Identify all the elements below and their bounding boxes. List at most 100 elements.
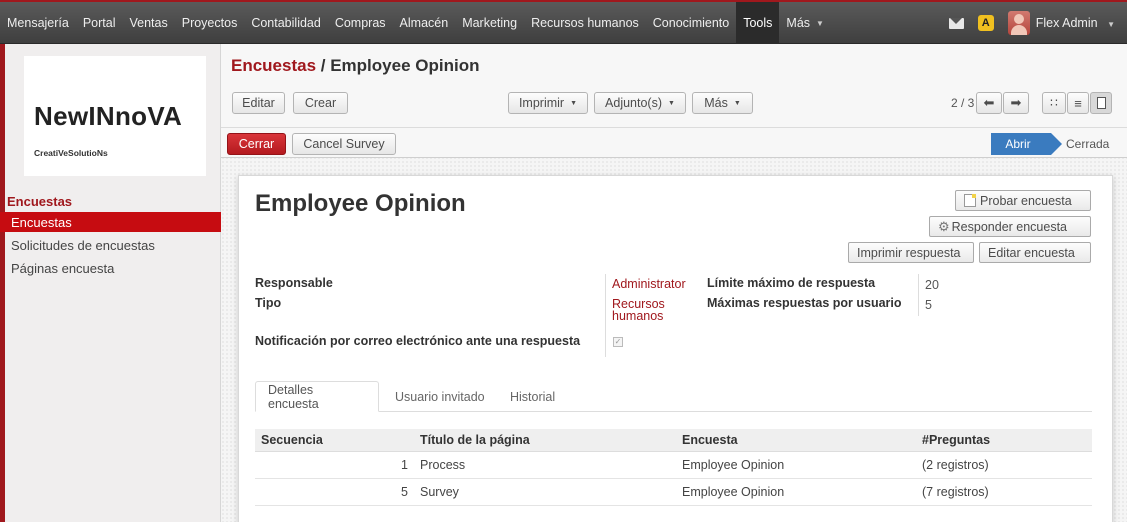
- menu-mensajeria[interactable]: Mensajería: [0, 2, 76, 44]
- responsible-label: Responsable: [255, 276, 333, 290]
- arrow-right-icon: ➡: [1010, 95, 1022, 110]
- control-panel: Encuestas / Employee Opinion Editar Crea…: [221, 44, 1127, 158]
- menu-mas-label: Más: [786, 16, 811, 30]
- company-logo[interactable]: NewINnoVA CreatiVeSolutioNs: [24, 56, 206, 176]
- close-button[interactable]: Cerrar: [227, 133, 286, 155]
- status-bar: Cerrar Cancel Survey Abrir Cerrada: [221, 127, 1127, 158]
- menu-almacen[interactable]: Almacén: [393, 2, 456, 44]
- main-menu: Mensajería Portal Ventas Proyectos Conta…: [0, 2, 831, 44]
- row-page-title: Process: [420, 458, 466, 472]
- top-navbar: Mensajería Portal Ventas Proyectos Conta…: [0, 0, 1127, 44]
- row-survey: Employee Opinion: [682, 485, 785, 499]
- row-sequence: 5: [401, 485, 408, 499]
- list-view-button[interactable]: ≡: [1067, 92, 1089, 114]
- menu-portal[interactable]: Portal: [76, 2, 123, 44]
- type-label: Tipo: [255, 296, 282, 310]
- table-header: Secuencia Título de la página Encuesta #…: [255, 429, 1092, 452]
- more-label: Más: [704, 96, 728, 110]
- avatar[interactable]: [1007, 11, 1030, 35]
- user-name: Flex Admin: [1035, 16, 1098, 30]
- edit-survey-button[interactable]: Editar encuesta: [979, 242, 1091, 263]
- menu-ventas[interactable]: Ventas: [123, 2, 175, 44]
- table-row[interactable]: 5 Survey Employee Opinion (7 registros): [255, 479, 1092, 506]
- notify-label: Notificación por correo electrónico ante…: [255, 334, 581, 348]
- print-dropdown[interactable]: Imprimir ▼: [508, 92, 588, 114]
- sidebar-section-encuestas: Encuestas: [7, 194, 73, 209]
- sidebar-item-solicitudes[interactable]: Solicitudes de encuestas: [0, 235, 221, 255]
- max-per-user-label: Máximas respuestas por usuario: [707, 296, 902, 310]
- breadcrumb-parent[interactable]: Encuestas: [231, 56, 316, 75]
- menu-mas[interactable]: Más ▼: [779, 2, 831, 44]
- field-separator: [605, 274, 606, 357]
- menu-compras[interactable]: Compras: [328, 2, 393, 44]
- grid-icon: ∷: [1050, 96, 1058, 110]
- envelope-icon[interactable]: [948, 17, 964, 29]
- type-value-line2[interactable]: humanos: [612, 310, 663, 323]
- print-answer-button[interactable]: Imprimir respuesta: [848, 242, 974, 263]
- edit-button[interactable]: Editar: [232, 92, 285, 114]
- answer-survey-label: Responder encuesta: [951, 219, 1068, 234]
- row-sequence: 1: [401, 458, 408, 472]
- logo-sub-text: CreatiVeSolutioNs: [34, 148, 108, 158]
- caret-down-icon: ▼: [570, 99, 578, 107]
- topbar-right: A Flex Admin ▼: [948, 2, 1127, 44]
- pager-value: 2 / 3: [951, 96, 975, 110]
- user-menu[interactable]: Flex Admin ▼: [1036, 16, 1115, 30]
- list-icon: ≡: [1074, 95, 1082, 111]
- notify-checkbox[interactable]: ✓: [613, 337, 623, 347]
- column-header-page-title[interactable]: Título de la página: [420, 433, 530, 447]
- test-survey-label: Probar encuesta: [980, 193, 1072, 208]
- column-header-sequence[interactable]: Secuencia: [261, 433, 323, 447]
- menu-contabilidad[interactable]: Contabilidad: [244, 2, 328, 44]
- pager-previous-button[interactable]: ⬅: [976, 92, 1002, 114]
- menu-marketing[interactable]: Marketing: [455, 2, 524, 44]
- form-icon: [1096, 97, 1106, 109]
- more-dropdown[interactable]: Más ▼: [692, 92, 753, 114]
- menu-proyectos[interactable]: Proyectos: [175, 2, 245, 44]
- caret-down-icon: ▼: [816, 18, 824, 28]
- menu-tools[interactable]: Tools: [736, 2, 780, 44]
- create-button[interactable]: Crear: [293, 92, 348, 114]
- row-questions[interactable]: (7 registros): [922, 485, 989, 499]
- field-separator: [918, 274, 919, 316]
- caret-down-icon: ▼: [668, 99, 675, 107]
- cancel-survey-button[interactable]: Cancel Survey: [292, 133, 396, 155]
- gears-icon: ⚙: [938, 218, 950, 234]
- answer-survey-button[interactable]: ⚙ Responder encuesta: [929, 216, 1091, 237]
- caret-down-icon: ▼: [1107, 20, 1115, 29]
- pager-next-button[interactable]: ➡: [1003, 92, 1029, 114]
- menu-recursos-humanos[interactable]: Recursos humanos: [524, 2, 646, 44]
- tab-invited-user[interactable]: Usuario invitado: [383, 381, 497, 412]
- sidebar-item-encuestas[interactable]: Encuestas: [0, 212, 221, 232]
- tab-history[interactable]: Historial: [498, 381, 567, 412]
- notebook-tabs: Detalles encuesta Usuario invitado Histo…: [255, 381, 1092, 412]
- breadcrumb: Encuestas / Employee Opinion: [231, 56, 479, 76]
- stage-open[interactable]: Abrir: [991, 133, 1062, 155]
- column-header-survey[interactable]: Encuesta: [682, 433, 738, 447]
- breadcrumb-separator: /: [316, 56, 331, 75]
- responsible-value[interactable]: Administrator: [612, 278, 686, 291]
- tab-survey-details[interactable]: Detalles encuesta: [255, 381, 379, 412]
- main-content: Encuestas / Employee Opinion Editar Crea…: [221, 44, 1127, 522]
- pages-table: Secuencia Título de la página Encuesta #…: [255, 429, 1092, 506]
- attachments-label: Adjunto(s): [605, 96, 663, 110]
- form-view-button[interactable]: [1090, 92, 1112, 114]
- sidebar: NewINnoVA CreatiVeSolutioNs Encuestas En…: [0, 44, 221, 522]
- print-label: Imprimir: [518, 96, 565, 110]
- stage-closed[interactable]: Cerrada: [1066, 133, 1109, 155]
- kanban-view-button[interactable]: ∷: [1042, 92, 1066, 114]
- caret-down-icon: ▼: [733, 99, 741, 107]
- max-response-value[interactable]: 20: [925, 278, 939, 292]
- row-questions[interactable]: (2 registros): [922, 458, 989, 472]
- column-header-questions[interactable]: #Preguntas: [922, 433, 990, 447]
- table-row[interactable]: 1 Process Employee Opinion (2 registros): [255, 452, 1092, 479]
- row-survey: Employee Opinion: [682, 458, 785, 472]
- sidebar-item-paginas[interactable]: Páginas encuesta: [0, 258, 221, 278]
- logo-main-text: NewINnoVA: [34, 101, 183, 131]
- survey-title: Employee Opinion: [255, 190, 466, 217]
- menu-conocimiento[interactable]: Conocimiento: [646, 2, 736, 44]
- test-survey-button[interactable]: Probar encuesta: [955, 190, 1091, 211]
- max-per-user-value[interactable]: 5: [925, 298, 932, 312]
- chat-badge-icon[interactable]: A: [977, 15, 994, 31]
- attachments-dropdown[interactable]: Adjunto(s) ▼: [594, 92, 686, 114]
